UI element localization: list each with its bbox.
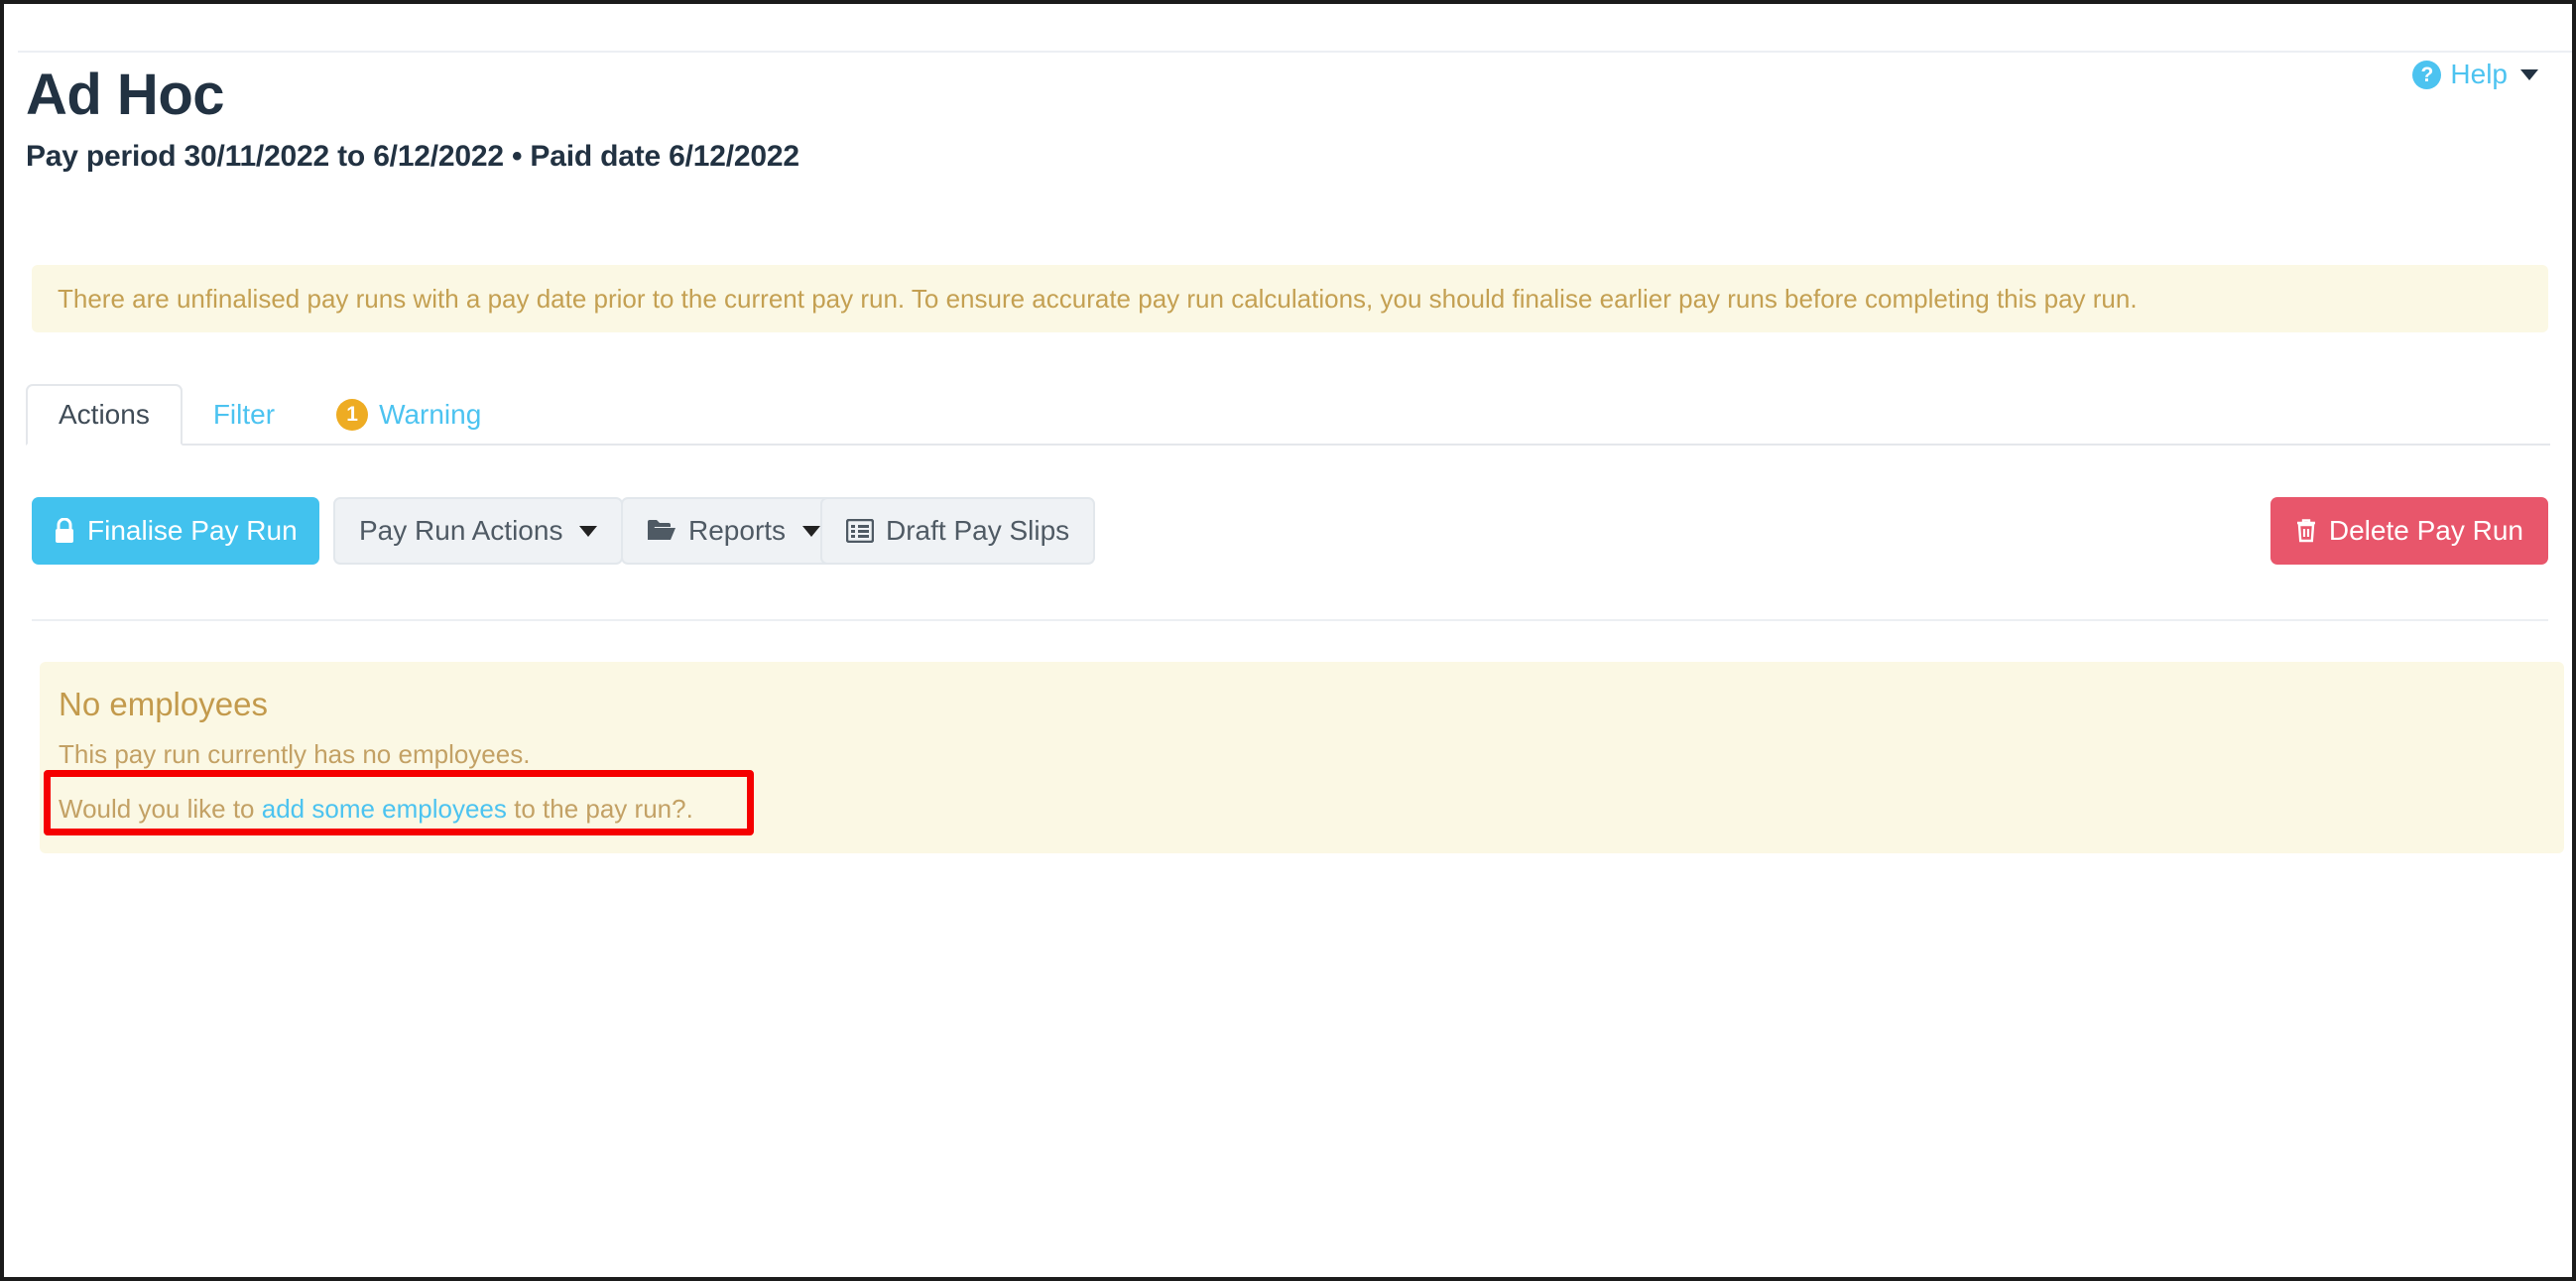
page-title: Ad Hoc [26,63,225,127]
draft-pay-slips-label: Draft Pay Slips [886,515,1070,546]
list-alt-icon [846,519,874,543]
chevron-down-icon [2520,68,2538,80]
question-circle-icon: ? [2412,60,2442,89]
finalise-pay-run-button[interactable]: Finalise Pay Run [32,497,319,565]
add-some-employees-link[interactable]: add some employees [262,794,507,824]
pay-run-actions-label: Pay Run Actions [359,515,563,546]
tab-actions-label: Actions [59,399,150,430]
lock-icon [54,518,75,544]
no-employees-subtitle: This pay run currently has no employees. [59,739,531,769]
cta-prefix: Would you like to [59,794,262,824]
pay-run-actions-button[interactable]: Pay Run Actions [333,497,624,565]
no-employees-title: No employees [59,686,268,722]
delete-pay-run-button[interactable]: Delete Pay Run [2269,497,2548,565]
toolbar-divider [32,619,2548,621]
top-divider [18,51,2572,53]
trash-icon [2295,518,2317,544]
draft-pay-slips-button[interactable]: Draft Pay Slips [820,497,1096,565]
tab-bar: Actions Filter 1 Warning [26,384,2550,446]
help-menu[interactable]: ? Help [2412,59,2538,90]
app-window: Ad Hoc Pay period 30/11/2022 to 6/12/202… [0,0,2576,1281]
tab-warning-label: Warning [379,399,482,430]
add-employees-prompt: Would you like to add some employees to … [59,794,693,825]
unfinalised-pay-runs-alert: There are unfinalised pay runs with a pa… [32,265,2548,332]
alert-message: There are unfinalised pay runs with a pa… [58,283,2138,314]
delete-pay-run-label: Delete Pay Run [2328,515,2523,546]
help-label: Help [2450,59,2508,89]
tab-filter[interactable]: Filter [183,384,306,446]
page-header: Ad Hoc Pay period 30/11/2022 to 6/12/202… [26,63,2552,174]
no-employees-panel: No employees This pay run currently has … [40,662,2564,853]
reports-button[interactable]: Reports [621,497,847,565]
tab-warning[interactable]: 1 Warning [306,384,512,446]
action-toolbar: Finalise Pay Run Pay Run Actions Reports [32,497,2548,565]
chevron-down-icon [802,525,821,537]
cta-suffix: to the pay run?. [506,794,693,824]
tab-actions[interactable]: Actions [26,384,183,446]
chevron-down-icon [579,525,598,537]
page-subtitle: Pay period 30/11/2022 to 6/12/2022 • Pai… [26,139,799,173]
finalise-pay-run-label: Finalise Pay Run [87,515,298,546]
folder-open-icon [647,519,676,543]
warning-count-badge: 1 [336,399,369,431]
tab-filter-label: Filter [212,399,276,430]
reports-label: Reports [688,515,787,546]
